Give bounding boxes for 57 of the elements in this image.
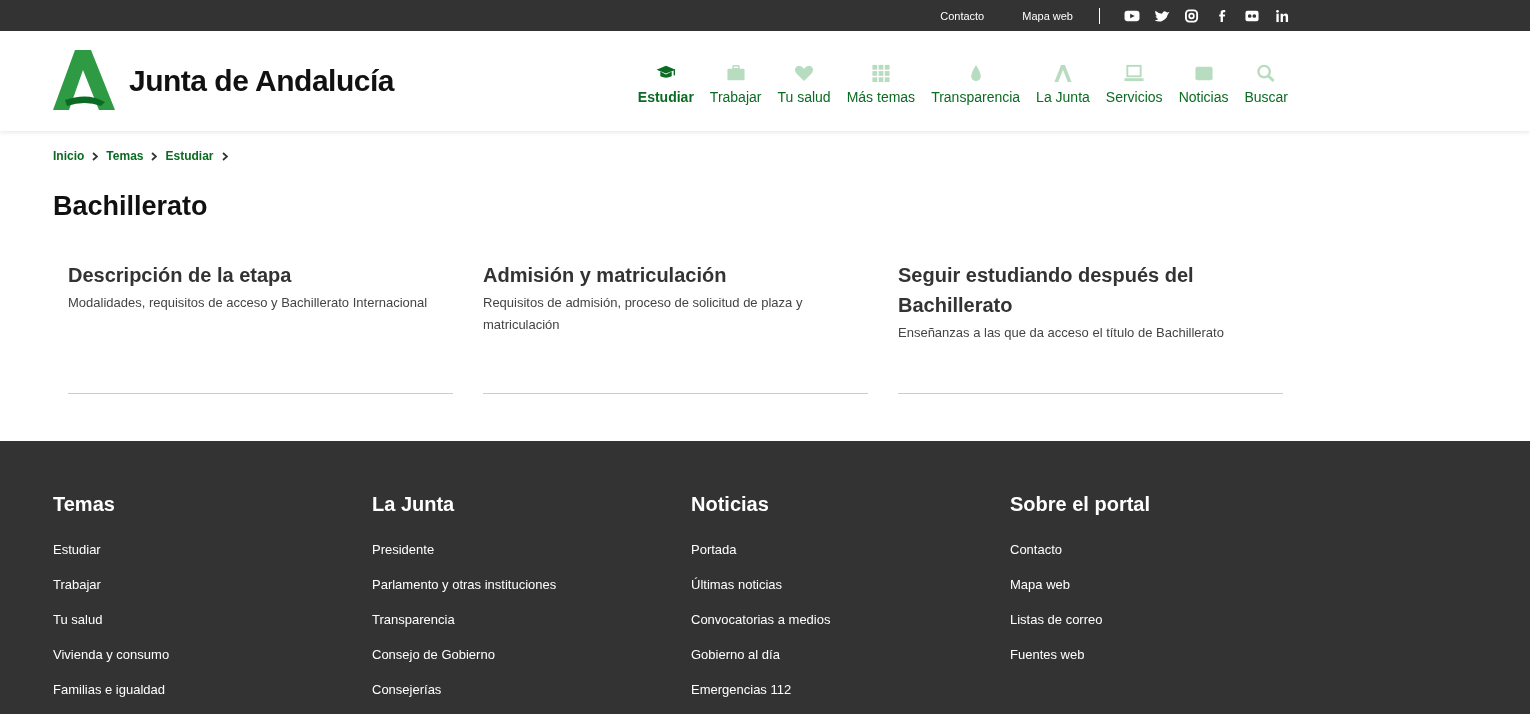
in-letter-icon[interactable] xyxy=(1274,8,1290,23)
footer-link[interactable]: Familias e igualdad xyxy=(53,672,372,707)
footer-link[interactable]: Estudiar xyxy=(53,532,372,567)
footer-link[interactable]: Listas de correo xyxy=(1010,602,1329,637)
footer-link[interactable]: Consejo de Gobierno xyxy=(372,637,691,672)
nav-item[interactable]: Tu salud xyxy=(777,63,831,105)
nav-item[interactable]: Transparencia xyxy=(931,63,1021,105)
nav-item[interactable]: Estudiar xyxy=(637,63,694,105)
footer-heading: Noticias xyxy=(691,493,770,516)
card-description: Requisitos de admisión, proceso de solicitud de plaza y matriculación xyxy=(483,294,804,334)
breadcrumb-link[interactable]: Temas xyxy=(106,149,144,163)
card-title-link[interactable]: Descripción de la etapa xyxy=(68,260,453,290)
footer-link[interactable]: Trabajar xyxy=(53,567,372,602)
footer-link[interactable]: Presidente xyxy=(372,532,691,567)
top-link[interactable]: Mapa web xyxy=(1022,9,1073,22)
dots-icon[interactable] xyxy=(1244,8,1260,23)
chevron-icon xyxy=(92,151,99,161)
footer-heading: Sobre el portal xyxy=(1010,493,1152,516)
footer-link[interactable]: Consejerías xyxy=(372,672,691,707)
footer-link[interactable]: Parlamento y otras instituciones xyxy=(372,567,691,602)
footer-link[interactable]: Últimas noticias xyxy=(691,567,1010,602)
card-title-link[interactable]: Seguir estudiando después del Bachillerato xyxy=(898,260,1283,320)
page-title: Bachillerato xyxy=(53,191,209,222)
nav-icon xyxy=(793,63,816,83)
footer-link[interactable]: Transparencia xyxy=(372,602,691,637)
top-link[interactable]: Contacto xyxy=(940,9,985,22)
card-description: Enseñanzas a las que da acceso el título de Bachillerato xyxy=(898,324,1225,342)
breadcrumb-link[interactable]: Estudiar xyxy=(165,149,214,163)
footer-link[interactable]: Vivienda y consumo xyxy=(53,637,372,672)
footer-heading: La Junta xyxy=(372,493,456,516)
footer-link[interactable]: Tu salud xyxy=(53,602,372,637)
nav-icon xyxy=(724,63,747,83)
nav-item[interactable]: Más temas xyxy=(846,63,916,105)
footer-link[interactable]: Gobierno al día xyxy=(691,637,1010,672)
card-description: Modalidades, requisitos de acceso y Bachillerato Internacional xyxy=(68,294,429,312)
logo-text: Junta de Andalucía xyxy=(129,64,394,98)
nav-icon xyxy=(869,63,892,83)
chevron-icon xyxy=(221,151,228,161)
bird-icon[interactable] xyxy=(1154,8,1170,23)
nav-item[interactable]: Buscar xyxy=(1244,63,1288,105)
footer-link[interactable]: Portada xyxy=(691,532,1010,567)
footer-link[interactable]: Mapa web xyxy=(1010,567,1329,602)
video-icon[interactable] xyxy=(1124,8,1140,23)
footer-heading: Temas xyxy=(53,493,116,516)
camera-icon[interactable] xyxy=(1184,8,1200,23)
footer-link[interactable]: Contacto xyxy=(1010,532,1329,567)
footer-link[interactable]: Emergencias 112 xyxy=(691,672,1010,707)
chevron-icon xyxy=(151,151,158,161)
nav-item[interactable]: Servicios xyxy=(1105,63,1163,105)
card-title-link[interactable]: Admisión y matriculación xyxy=(483,260,868,290)
breadcrumb-link[interactable]: Inicio xyxy=(53,149,85,163)
footer-link[interactable]: Fuentes web xyxy=(1010,637,1329,672)
nav-item[interactable]: La Junta xyxy=(1036,63,1090,105)
footer-link[interactable]: Convocatorias a medios xyxy=(691,602,1010,637)
nav-item[interactable]: Trabajar xyxy=(709,63,762,105)
nav-icon xyxy=(1123,63,1146,83)
nav-item[interactable]: Noticias xyxy=(1178,63,1229,105)
